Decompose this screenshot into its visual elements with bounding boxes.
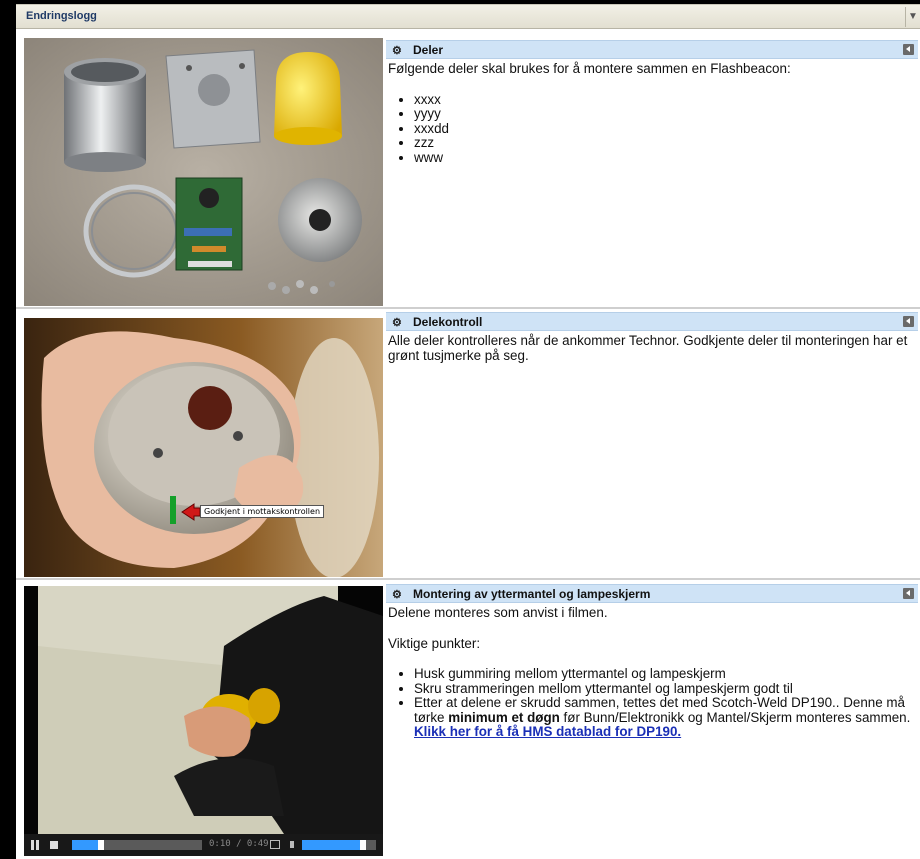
fullscreen-icon[interactable] [270, 840, 280, 849]
parts-icon: ⚙ [392, 45, 402, 57]
volume-icon[interactable] [290, 841, 294, 848]
hms-datasheet-link[interactable]: Klikk her for å få HMS datablad for DP19… [414, 724, 681, 739]
section-row-deler: ⚙ Deler Følgende deler skal brukes for å… [16, 29, 920, 309]
list-item: xxxdd [414, 121, 918, 137]
section-header: ⚙ Montering av yttermantel og lampeskjer… [386, 584, 918, 603]
section-body: Delene monteres som anvist i filmen. Vik… [386, 603, 918, 740]
section-paragraph: Viktige punkter: [388, 635, 481, 651]
list-item: Husk gummiring mellom yttermantel og lam… [414, 666, 918, 682]
stop-icon[interactable] [50, 841, 58, 849]
section-header: ⚙ Deler [386, 40, 918, 59]
section-deler: ⚙ Deler Følgende deler skal brukes for å… [386, 40, 918, 165]
section-row-montering: 0:10 / 0:49 ⚙ Montering av yttermantel o… [16, 580, 920, 859]
page-title: Endringslogg [26, 10, 97, 22]
section-title: Deler [413, 43, 444, 57]
list-item: xxxx [414, 92, 918, 108]
dropdown-icon[interactable]: ▼ [905, 7, 920, 27]
video-controls: 0:10 / 0:49 [24, 834, 383, 856]
section-title: Montering av yttermantel og lampeskjerm [413, 587, 651, 601]
main-content: ⚙ Deler Følgende deler skal brukes for å… [16, 29, 920, 859]
pause-icon[interactable] [31, 840, 39, 850]
volume-slider[interactable] [302, 840, 376, 850]
section-intro: Følgende deler skal brukes for å montere… [388, 61, 791, 76]
section-title: Delekontroll [413, 315, 483, 329]
section-header: ⚙ Delekontroll [386, 312, 918, 331]
section-body: Alle deler kontrolleres når de ankommer … [386, 331, 918, 363]
list-item-text: før Bunn/Elektronikk og Mantel/Skjerm mo… [559, 709, 911, 725]
inspection-photo: Godkjent i mottakskontrollen [24, 318, 383, 577]
key-points-list: Husk gummiring mellom yttermantel og lam… [388, 666, 918, 740]
video-time: 0:10 / 0:49 [209, 839, 269, 849]
section-montering: ⚙ Montering av yttermantel og lampeskjer… [386, 584, 918, 740]
list-item: www [414, 150, 918, 166]
list-item: yyyy [414, 106, 918, 122]
inspection-callout: Godkjent i mottakskontrollen [200, 505, 325, 518]
seek-bar[interactable] [72, 840, 202, 850]
volume-level [302, 840, 361, 850]
window-title-bar: Endringslogg ▼ [16, 4, 920, 29]
seek-progress [72, 840, 98, 850]
list-item: Etter at delene er skrudd sammen, tettes… [414, 695, 918, 740]
emphasis-text: minimum et døgn [448, 709, 560, 725]
parts-icon: ⚙ [392, 589, 402, 601]
collapse-icon[interactable] [903, 44, 914, 55]
collapse-icon[interactable] [903, 316, 914, 327]
parts-icon: ⚙ [392, 317, 402, 329]
parts-photo [24, 38, 383, 306]
section-paragraph: Delene monteres som anvist i filmen. [388, 605, 608, 620]
section-delekontroll: ⚙ Delekontroll Alle deler kontrolleres n… [386, 312, 918, 379]
section-body: Følgende deler skal brukes for å montere… [386, 59, 918, 165]
section-row-delekontroll: Godkjent i mottakskontrollen ⚙ Delekontr… [16, 309, 920, 580]
parts-list: xxxx yyyy xxxdd zzz www [388, 92, 918, 166]
assembly-video[interactable]: 0:10 / 0:49 [24, 586, 383, 856]
list-item: zzz [414, 135, 918, 151]
collapse-icon[interactable] [903, 588, 914, 599]
seek-handle[interactable] [98, 840, 104, 850]
section-text: Alle deler kontrolleres når de ankommer … [388, 333, 908, 363]
list-item: Skru strammeringen mellom yttermantel og… [414, 681, 918, 697]
